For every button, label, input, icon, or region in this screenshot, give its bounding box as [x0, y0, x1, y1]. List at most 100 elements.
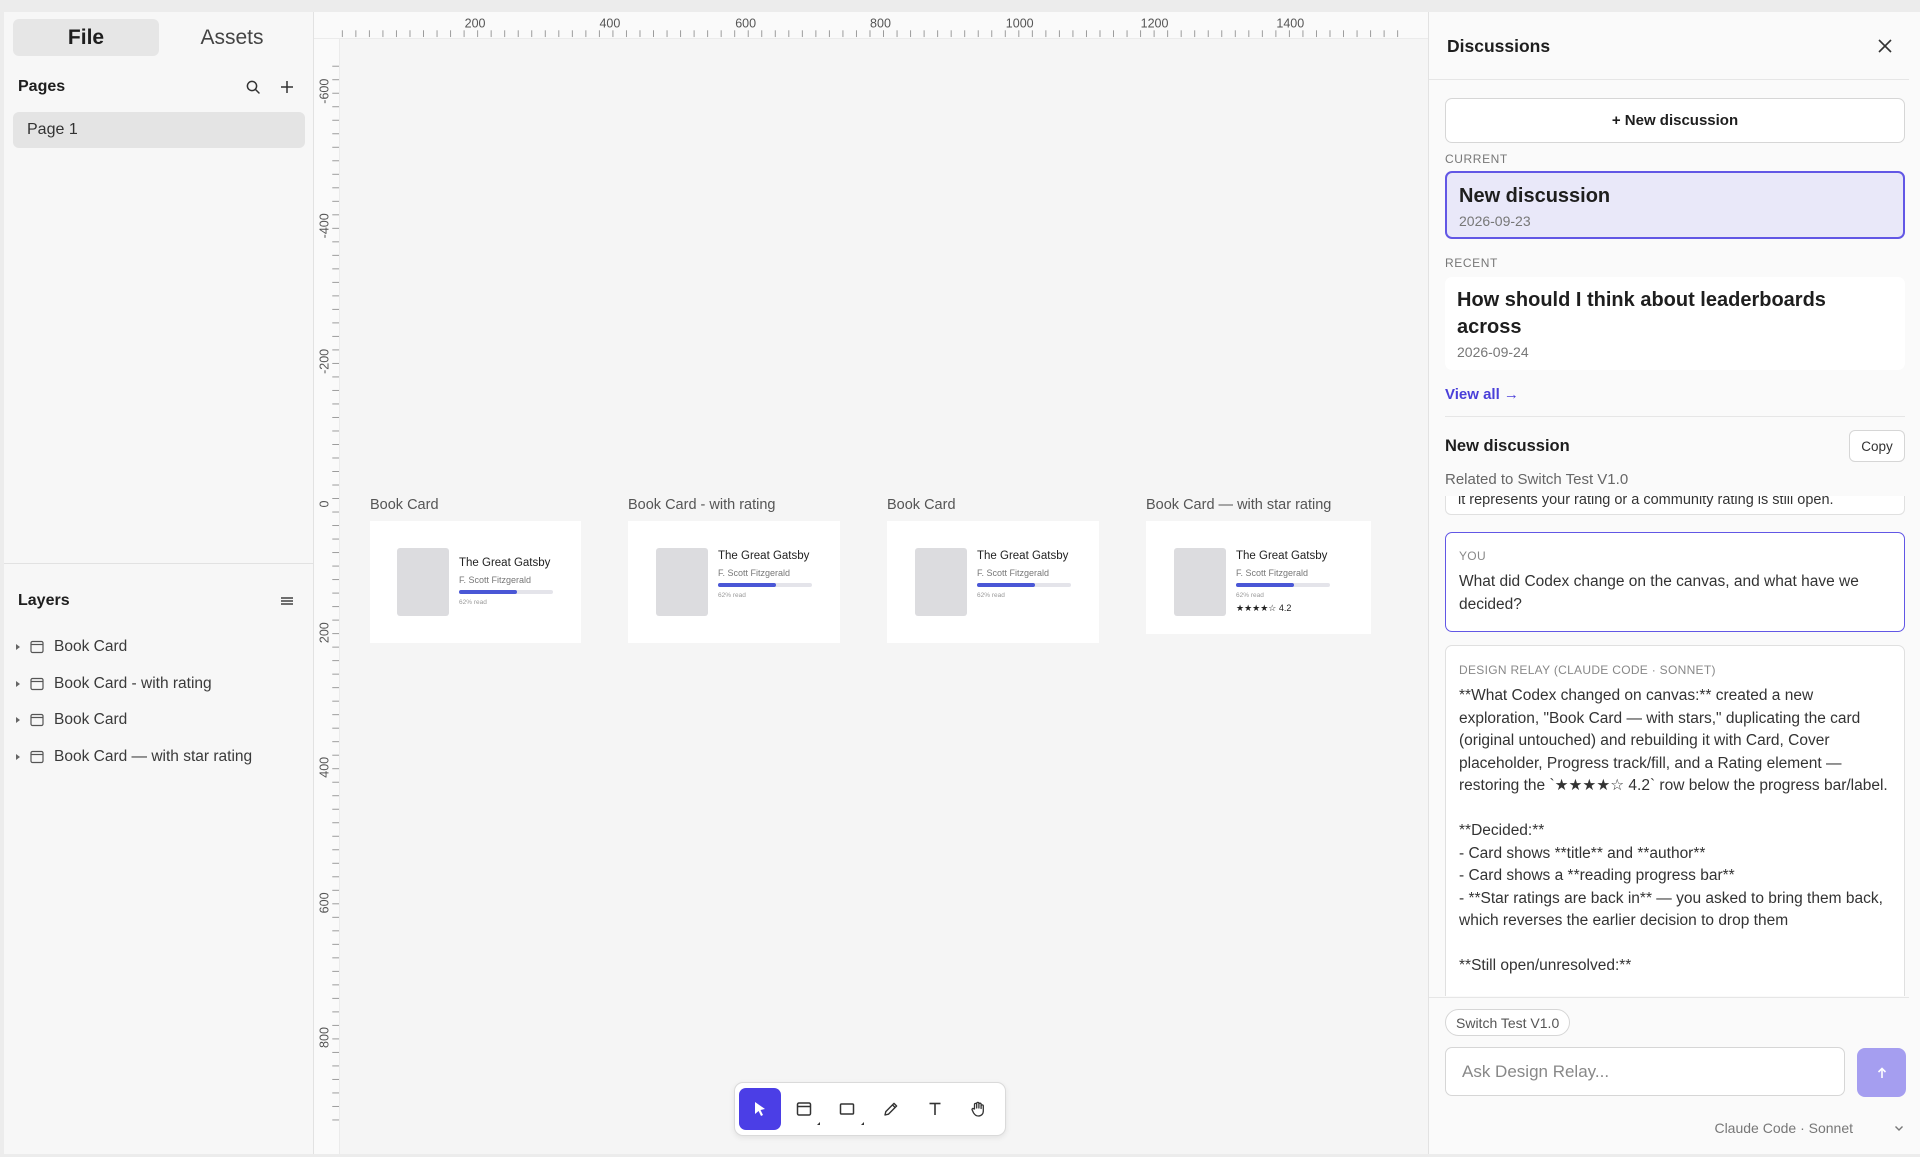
layer-row[interactable]: Book Card — with star rating [10, 739, 306, 776]
star-rating: ★★★★☆ 4.2 [1236, 603, 1292, 613]
progress-label: 62% read [459, 599, 487, 606]
recent-label: RECENT [1445, 256, 1498, 270]
add-page-icon[interactable] [274, 74, 300, 100]
recent-discussion[interactable]: How should I think about leaderboards ac… [1445, 277, 1905, 370]
tab-file[interactable]: File [13, 19, 159, 56]
layer-label: Book Card [54, 638, 128, 656]
message-list[interactable]: it represents your rating or a community… [1445, 496, 1905, 996]
message-author: DESIGN RELAY (CLAUDE CODE · SONNET) [1459, 663, 1716, 677]
ruler-label: 800 [870, 16, 891, 30]
pen-tool[interactable] [870, 1088, 912, 1130]
frame-icon [796, 1102, 811, 1116]
text-tool[interactable] [914, 1088, 956, 1130]
active-discussion-title: New discussion [1445, 437, 1570, 455]
expand-caret-icon[interactable] [10, 639, 26, 655]
view-all-link[interactable]: View all → [1445, 386, 1519, 403]
divider [1445, 416, 1905, 417]
ruler-label: 1000 [1006, 16, 1034, 30]
layer-label: Book Card [54, 711, 128, 729]
ruler-label: 200 [465, 16, 486, 30]
expand-caret-icon[interactable] [10, 712, 26, 728]
current-label: CURRENT [1445, 152, 1508, 166]
progress-fill [1236, 583, 1295, 587]
frame-label[interactable]: Book Card - with rating [628, 497, 775, 513]
cover-placeholder [1174, 548, 1226, 616]
progress-label: 62% read [1236, 592, 1264, 599]
frame-label[interactable]: Book Card [370, 497, 439, 513]
layer-row[interactable]: Book Card [10, 702, 306, 739]
frame-tool[interactable] [783, 1088, 825, 1130]
discussion-date: 2026-09-24 [1457, 344, 1529, 360]
menu-icon[interactable] [274, 588, 300, 614]
current-discussion[interactable]: New discussion 2026-09-23 [1445, 171, 1905, 239]
chevron-down-icon [1895, 1126, 1903, 1131]
expand-caret-icon[interactable] [10, 749, 26, 765]
hand-tool[interactable] [957, 1088, 999, 1130]
close-icon [1878, 39, 1892, 53]
sidebar-tabs: File Assets [13, 19, 305, 56]
pencil-icon [884, 1102, 898, 1116]
ruler-label: 600 [317, 892, 331, 913]
panel-title: Discussions [1447, 36, 1551, 56]
ruler-left: -600 -400 -200 0 200 400 600 800 [314, 39, 340, 1154]
ask-input[interactable] [1445, 1047, 1845, 1096]
ruler-label: -200 [317, 349, 331, 374]
discussions-panel: Discussions + New discussion CURRENT New… [1428, 12, 1920, 1154]
canvas[interactable]: 200 400 600 800 1000 1200 1400 -600 -400… [314, 12, 1428, 1154]
ruler-label: 1200 [1141, 16, 1169, 30]
book-card-frame[interactable]: The Great Gatsby F. Scott Fitzgerald 62%… [370, 521, 581, 643]
context-chip[interactable]: Switch Test V1.0 [1445, 1009, 1571, 1036]
progress-label: 62% read [977, 592, 1005, 599]
user-message: YOU What did Codex change on the canvas,… [1445, 532, 1905, 632]
book-title: The Great Gatsby [977, 550, 1069, 562]
layer-row[interactable]: Book Card [10, 629, 306, 666]
send-button[interactable] [1857, 1048, 1906, 1097]
layer-row[interactable]: Book Card - with rating [10, 666, 306, 703]
new-discussion-button[interactable]: + New discussion [1445, 98, 1905, 143]
left-sidebar: File Assets Pages Page 1 Layers Book Car… [4, 12, 314, 1154]
message-author: YOU [1459, 549, 1486, 563]
progress-track [1236, 583, 1330, 587]
book-card-frame[interactable]: The Great Gatsby F. Scott Fitzgerald 62%… [628, 521, 840, 643]
cover-placeholder [656, 548, 708, 616]
book-title: The Great Gatsby [459, 557, 551, 569]
layer-list: Book Card Book Card - with rating Book C… [10, 629, 306, 775]
cover-placeholder [915, 548, 967, 616]
ruler-label: 200 [317, 622, 331, 643]
progress-label: 62% read [718, 592, 746, 599]
progress-fill [977, 583, 1036, 587]
message-text: What did Codex change on the canvas, and… [1459, 573, 1864, 613]
frame-label[interactable]: Book Card — with star rating [1146, 497, 1331, 513]
related-text: Related to Switch Test V1.0 [1445, 471, 1629, 488]
frame-icon [30, 676, 46, 692]
book-author: F. Scott Fitzgerald [459, 575, 532, 585]
expand-caret-icon[interactable] [10, 676, 26, 692]
copy-button[interactable]: Copy [1849, 430, 1905, 462]
ruler-label: 400 [599, 16, 620, 30]
frame-icon [30, 749, 46, 765]
pages-header: Pages [18, 74, 300, 100]
rectangle-tool[interactable] [826, 1088, 868, 1130]
close-button[interactable] [1871, 32, 1899, 60]
layer-label: Book Card — with star rating [54, 747, 253, 765]
ruler-label: 400 [317, 757, 331, 778]
cursor-arrow-icon [754, 1102, 765, 1116]
ruler-label: -600 [317, 79, 331, 104]
message-text: it represents your rating or a community… [1445, 496, 1905, 515]
divider [1429, 997, 1909, 998]
frame-icon [30, 712, 46, 728]
book-card-frame[interactable]: The Great Gatsby F. Scott Fitzgerald 62%… [887, 521, 1099, 643]
move-tool[interactable] [739, 1088, 781, 1130]
search-icon[interactable] [240, 74, 266, 100]
arrow-up-icon [1877, 1066, 1886, 1078]
frame-label[interactable]: Book Card [887, 497, 956, 513]
book-author: F. Scott Fitzgerald [1236, 568, 1309, 578]
tab-assets[interactable]: Assets [159, 19, 305, 56]
assistant-message: DESIGN RELAY (CLAUDE CODE · SONNET) **Wh… [1445, 645, 1905, 996]
book-title: The Great Gatsby [1236, 550, 1328, 562]
ruler-label: -400 [317, 213, 331, 238]
page-item-page-1[interactable]: Page 1 [13, 112, 305, 148]
progress-track [459, 590, 553, 594]
book-card-frame[interactable]: The Great Gatsby F. Scott Fitzgerald 62%… [1146, 521, 1371, 634]
model-selector[interactable]: Claude Code · Sonnet [1677, 1117, 1905, 1139]
